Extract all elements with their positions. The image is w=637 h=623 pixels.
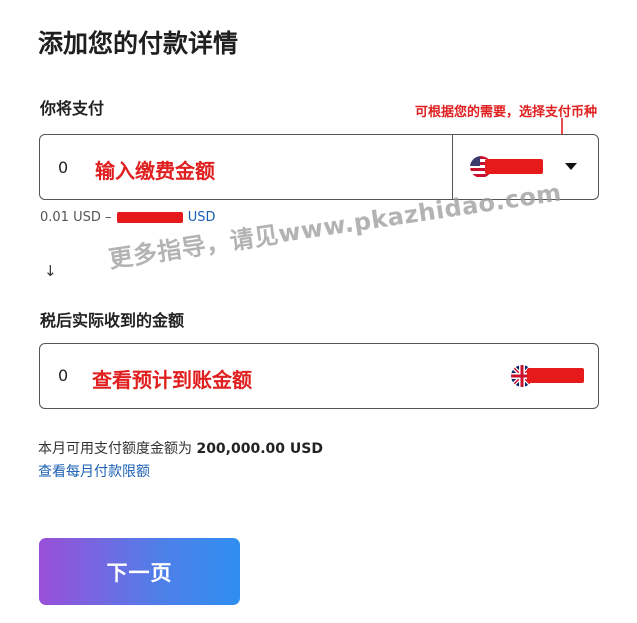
monthly-limit-amount: 200,000.00 USD (196, 441, 323, 457)
pay-amount-value[interactable]: 0 (58, 158, 68, 177)
receive-amount-value: 0 (58, 366, 69, 385)
page-title: 添加您的付款详情 (38, 29, 239, 58)
receive-label: 税后实际收到的金额 (40, 311, 185, 330)
pay-currency-redaction (485, 159, 543, 174)
receive-amount-field: 0 查看预计到账金额 (39, 343, 599, 409)
pay-range-currency: USD (187, 210, 216, 225)
receive-currency-redaction (527, 368, 584, 383)
monthly-limit-text: 本月可用支付额度金额为 200,000.00 USD (38, 438, 323, 458)
pay-range: 0.01 USD – USD (40, 210, 216, 225)
monthly-limit-prefix: 本月可用支付额度金额为 (38, 441, 192, 457)
next-page-button[interactable]: 下一页 (39, 538, 240, 605)
currency-hint-annotation: 可根据您的需要，选择支付币种 (414, 105, 597, 120)
pay-label: 你将支付 (40, 99, 105, 118)
view-monthly-limit-link[interactable]: 查看每月付款限额 (38, 461, 150, 481)
down-arrow-icon: ↓ (44, 262, 57, 280)
pay-amount-annotation: 输入缴费金额 (95, 159, 215, 183)
pay-range-max-redaction (116, 212, 183, 223)
pay-range-min: 0.01 USD – (40, 210, 112, 225)
caret-down-icon[interactable] (565, 163, 577, 170)
receive-amount-annotation: 查看预计到账金额 (92, 368, 252, 392)
